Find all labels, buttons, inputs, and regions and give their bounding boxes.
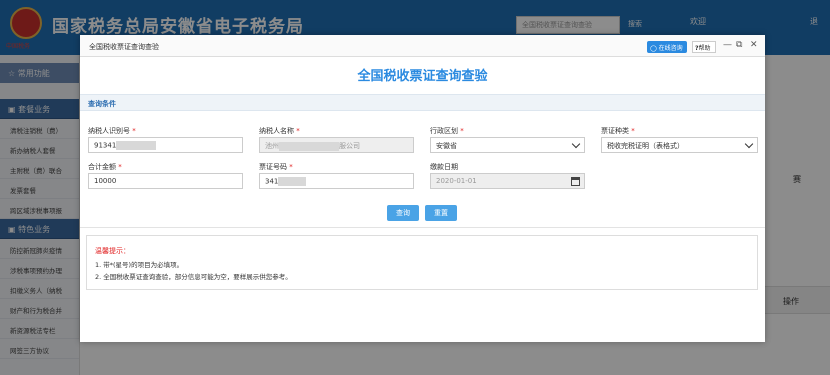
field-label-text: 票证种类 (601, 127, 629, 135)
required-mark: * (460, 127, 464, 135)
select-value: 安徽省 (436, 142, 457, 150)
field-label-text: 纳税人名称 (259, 127, 294, 135)
input-value-suffix: 服公司 (339, 142, 360, 150)
redacted-value (116, 141, 157, 150)
taxpayer-id-input[interactable]: 91341 (88, 137, 243, 153)
reset-button[interactable]: 重置 (425, 205, 457, 221)
required-mark: * (118, 163, 122, 171)
payment-date-label: 缴款日期 (430, 163, 458, 171)
tips-title: 温馨提示： (95, 247, 130, 255)
taxpayer-name-input: 池州 服公司 (259, 137, 414, 153)
tip-line: 1. 带*(星号)的项目为必填项。 (95, 261, 184, 269)
close-icon[interactable]: ✕ (750, 40, 758, 50)
restore-icon[interactable]: ⧉ (736, 40, 742, 50)
input-value: 91341 (94, 141, 117, 150)
help-button[interactable]: ?帮助 (692, 41, 716, 53)
online-consult-button[interactable]: ◯ 在线咨询 (647, 41, 687, 53)
field-label-text: 行政区划 (430, 127, 458, 135)
taxpayer-name-label: 纳税人名称 * (259, 126, 300, 136)
field-label-text: 合计金额 (88, 163, 116, 171)
tips-panel: 温馨提示： 1. 带*(星号)的项目为必填项。 2. 全国税收票证查询查验，部分… (86, 235, 758, 290)
region-select[interactable]: 安徽省 (430, 137, 585, 153)
input-value: 2020-01-01 (436, 177, 477, 185)
input-value: 池州 (265, 142, 279, 150)
tip-line: 2. 全国税收票证查询查验，部分信息可能为空，要样展示供您参考。 (95, 273, 292, 281)
online-consult-label: 在线咨询 (658, 45, 683, 52)
cert-type-label: 票证种类 * (601, 126, 635, 136)
dialog-title: 全国税收票证查询查验 (89, 43, 159, 51)
redacted-value (278, 177, 307, 186)
headset-icon: ◯ (650, 45, 657, 52)
section-header: 查询条件 (80, 94, 765, 111)
section-label: 查询条件 (88, 100, 116, 108)
minimize-icon[interactable]: — (723, 40, 732, 50)
help-label: 帮助 (698, 45, 711, 52)
region-label: 行政区划 * (430, 126, 464, 136)
divider (80, 227, 765, 228)
cert-type-select[interactable]: 税收完税证明（表格式） (601, 137, 758, 153)
dialog-titlebar[interactable]: 全国税收票证查询查验 ◯ 在线咨询 ?帮助 — ⧉ ✕ (80, 35, 765, 57)
input-value: 341 (265, 177, 279, 186)
chevron-down-icon (571, 139, 581, 149)
payment-date-input[interactable]: 2020-01-01 (430, 173, 585, 189)
page-heading: 全国税收票证查询查验 (357, 69, 488, 84)
query-dialog: 全国税收票证查询查验 ◯ 在线咨询 ?帮助 — ⧉ ✕ 全国税收票证查询查验 查… (80, 35, 765, 342)
required-mark: * (289, 163, 293, 171)
field-label-text: 票证号码 (259, 163, 287, 171)
total-amount-input[interactable]: 10000 (88, 173, 243, 189)
required-mark: * (296, 127, 300, 135)
required-mark: * (132, 127, 136, 135)
redacted-value (279, 141, 339, 151)
total-amount-label: 合计金额 * (88, 162, 122, 172)
query-button[interactable]: 查询 (387, 205, 419, 221)
taxpayer-id-label: 纳税人识别号 * (88, 126, 136, 136)
chevron-down-icon (744, 139, 754, 149)
select-value: 税收完税证明（表格式） (607, 142, 684, 150)
cert-number-input[interactable]: 341 (259, 173, 414, 189)
cert-number-label: 票证号码 * (259, 162, 293, 172)
field-label-text: 纳税人识别号 (88, 127, 130, 135)
calendar-icon[interactable] (571, 177, 580, 186)
required-mark: * (631, 127, 635, 135)
